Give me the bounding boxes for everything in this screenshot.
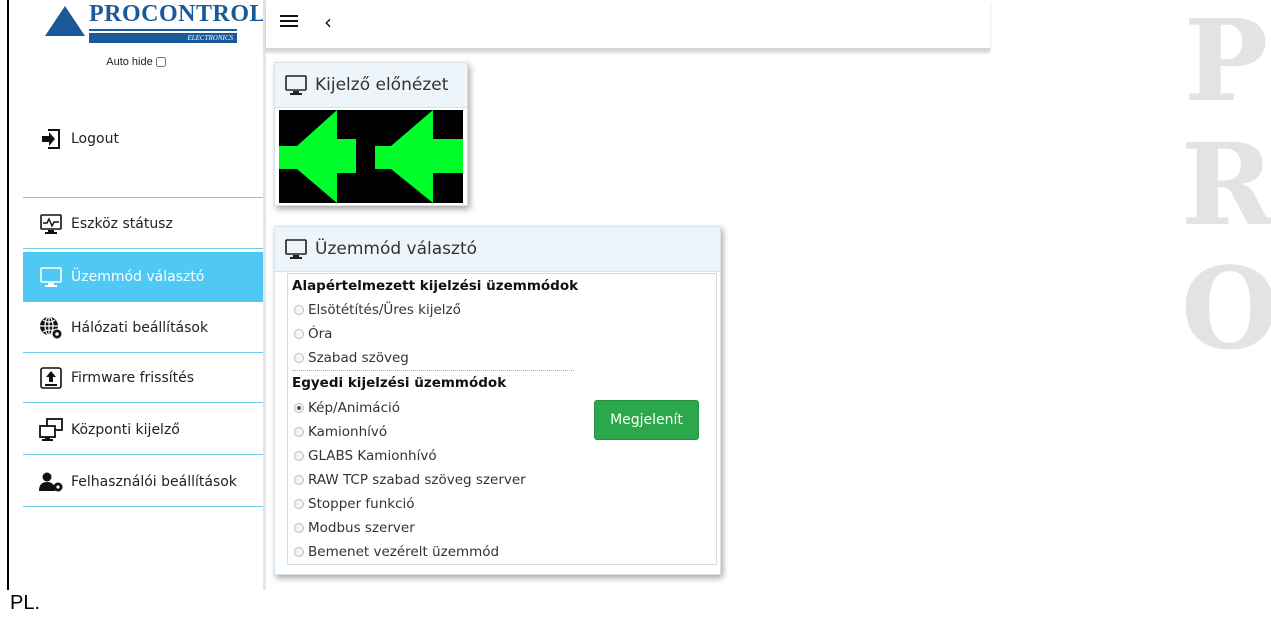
- top-bar: ‹: [266, 0, 990, 51]
- sidebar: PROCONTROL ELECTRONICS Auto hide Logout …: [9, 0, 266, 590]
- sidebar-item-device-status[interactable]: Eszköz státusz: [23, 199, 263, 249]
- autohide-checkbox[interactable]: [155, 57, 166, 68]
- mode-option-stopper[interactable]: Stopper funkció: [294, 496, 415, 512]
- option-label: Modbus szerver: [308, 520, 415, 536]
- logout-label: Logout: [71, 131, 119, 147]
- monitor-icon: [39, 265, 63, 289]
- option-label: Bemenet vezérelt üzemmód: [308, 544, 500, 560]
- monitor-icon: [285, 73, 309, 97]
- logout-icon: [39, 127, 63, 151]
- radio-button[interactable]: [294, 305, 304, 315]
- autohide-label: Auto hide: [106, 56, 153, 68]
- sidebar-item-label: Felhasználói beállítások: [71, 473, 237, 490]
- option-label: Kamionhívó: [308, 424, 388, 440]
- sidebar-item-network-settings[interactable]: Hálózati beállítások: [23, 303, 263, 353]
- user-gear-icon: [39, 470, 63, 494]
- radio-button[interactable]: [294, 427, 304, 437]
- radio-button-selected[interactable]: [294, 403, 304, 413]
- caption-text: PL.: [10, 592, 41, 614]
- autohide-toggle: Auto hide: [9, 56, 263, 68]
- brand-underline: [89, 29, 237, 31]
- radio-button[interactable]: [294, 547, 304, 557]
- logout-button[interactable]: Logout: [23, 114, 263, 164]
- show-button[interactable]: Megjelenít: [594, 400, 699, 440]
- sidebar-item-user-settings[interactable]: Felhasználói beállítások: [23, 457, 263, 507]
- sidebar-item-label: Központi kijelző: [71, 421, 180, 438]
- mode-option-image-animation[interactable]: Kép/Animáció: [294, 400, 400, 416]
- radio-button[interactable]: [294, 499, 304, 509]
- logo-triangle-icon: [45, 6, 85, 36]
- mode-option-free-text[interactable]: Szabad szöveg: [294, 350, 409, 366]
- preview-panel-title: Kijelző előnézet: [315, 75, 449, 95]
- upload-icon: [39, 366, 63, 390]
- globe-gear-icon: [39, 315, 63, 340]
- mode-panel-header: Üzemmód választó: [275, 227, 720, 272]
- mode-panel-title: Üzemmód választó: [315, 239, 478, 259]
- brand-watermark: P R O C: [1181, 0, 1271, 380]
- group-separator: [292, 370, 574, 372]
- option-label: Kép/Animáció: [308, 400, 401, 416]
- watermark-letter: C: [1181, 372, 1271, 381]
- brand-name: PROCONTROL: [89, 1, 267, 27]
- option-label: Elsötétítés/Üres kijelző: [308, 302, 461, 318]
- mode-option-glabs-truck-caller[interactable]: GLABS Kamionhívó: [294, 448, 437, 464]
- multi-monitor-icon: [39, 417, 63, 442]
- mode-options-box: Alapértelmezett kijelzési üzemmódok Elsö…: [287, 273, 717, 565]
- left-arrow-icon: [375, 110, 463, 203]
- sidebar-item-label: Firmware frissítés: [71, 369, 195, 386]
- option-label: Szabad szöveg: [308, 350, 409, 366]
- option-label: GLABS Kamionhívó: [308, 448, 437, 464]
- option-label: Stopper funkció: [308, 496, 415, 512]
- display-preview: [279, 110, 463, 203]
- brand-logo[interactable]: PROCONTROL ELECTRONICS: [45, 1, 266, 50]
- left-arrow-icon: [279, 110, 356, 203]
- sidebar-item-firmware-update[interactable]: Firmware frissítés: [23, 353, 263, 403]
- chevron-left-icon[interactable]: ‹: [324, 10, 332, 34]
- sidebar-edge: [263, 0, 266, 590]
- sidebar-item-mode-selector[interactable]: Üzemmód választó: [23, 252, 263, 302]
- monitor-icon: [285, 237, 309, 261]
- mode-option-input-controlled[interactable]: Bemenet vezérelt üzemmód: [294, 544, 499, 560]
- watermark-letter: R: [1181, 120, 1271, 251]
- mode-option-truck-caller[interactable]: Kamionhívó: [294, 424, 387, 440]
- custom-modes-title: Egyedi kijelzési üzemmódok: [292, 375, 507, 391]
- radio-button[interactable]: [294, 329, 304, 339]
- preview-panel-header: Kijelző előnézet: [275, 63, 467, 108]
- mode-option-blank[interactable]: Elsötétítés/Üres kijelző: [294, 302, 461, 318]
- watermark-letter: P: [1183, 0, 1269, 127]
- brand-subtitle: ELECTRONICS: [89, 33, 237, 43]
- radio-button[interactable]: [294, 451, 304, 461]
- option-label: Óra: [308, 326, 333, 342]
- radio-button[interactable]: [294, 523, 304, 533]
- option-label: RAW TCP szabad szöveg szerver: [308, 472, 526, 488]
- preview-panel: Kijelző előnézet: [274, 62, 468, 206]
- watermark-letter: O: [1181, 244, 1271, 375]
- mode-selector-panel: Üzemmód választó Alapértelmezett kijelzé…: [274, 226, 721, 575]
- monitor-pulse-icon: [39, 212, 63, 236]
- sidebar-item-central-display[interactable]: Központi kijelző: [23, 405, 263, 455]
- sidebar-divider: [23, 197, 263, 198]
- hamburger-icon[interactable]: [280, 14, 300, 34]
- sidebar-item-label: Eszköz státusz: [71, 215, 173, 232]
- default-modes-title: Alapértelmezett kijelzési üzemmódok: [292, 278, 579, 294]
- radio-button[interactable]: [294, 475, 304, 485]
- mode-option-clock[interactable]: Óra: [294, 326, 332, 342]
- sidebar-item-label: Üzemmód választó: [71, 269, 205, 285]
- sidebar-item-label: Hálózati beállítások: [71, 319, 209, 336]
- mode-option-raw-tcp[interactable]: RAW TCP szabad szöveg szerver: [294, 472, 526, 488]
- mode-option-modbus[interactable]: Modbus szerver: [294, 520, 415, 536]
- radio-button[interactable]: [294, 353, 304, 363]
